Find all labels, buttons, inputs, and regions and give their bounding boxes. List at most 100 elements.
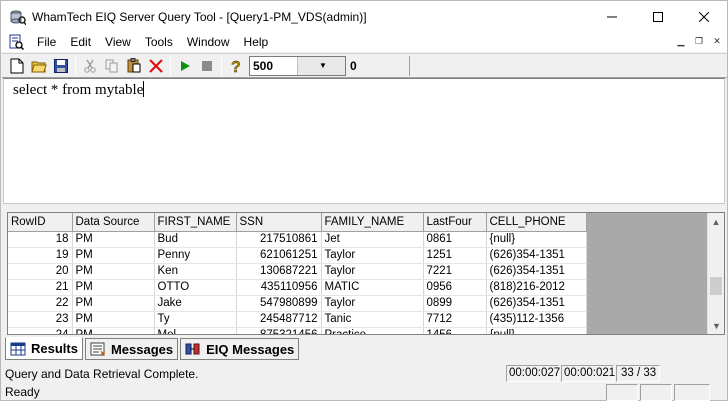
cell-family-name[interactable]: Taylor: [321, 247, 424, 264]
cell-data-source[interactable]: PM: [72, 327, 155, 334]
table-row[interactable]: 24 PM Mel 875321456 Practice 1456 {null}: [8, 327, 587, 334]
cell-data-source[interactable]: PM: [72, 311, 155, 328]
column-header[interactable]: FIRST_NAME: [154, 213, 237, 232]
column-header[interactable]: Data Source: [72, 213, 155, 232]
maximize-button[interactable]: [635, 1, 681, 32]
mdi-close-button[interactable]: ✕: [709, 34, 725, 48]
cell-data-source[interactable]: PM: [72, 263, 155, 280]
cell-cell-phone[interactable]: {null}: [486, 327, 587, 334]
cell-ssn[interactable]: 621061251: [236, 247, 322, 264]
cell-last-four[interactable]: 0861: [423, 231, 487, 248]
cell-last-four[interactable]: 7221: [423, 263, 487, 280]
cell-ssn[interactable]: 435110956: [236, 279, 322, 296]
row-limit-combobox[interactable]: 500 ▼: [249, 55, 346, 76]
cell-first-name[interactable]: Ken: [154, 263, 237, 280]
cell-rowid[interactable]: 21: [8, 279, 73, 296]
cell-first-name[interactable]: Jake: [154, 295, 237, 312]
tab-eiq-messages[interactable]: EIQ Messages: [180, 338, 300, 360]
column-header[interactable]: FAMILY_NAME: [321, 213, 424, 232]
close-button[interactable]: [681, 1, 727, 32]
open-button[interactable]: [28, 55, 50, 77]
mdi-restore-button[interactable]: ❐: [691, 34, 707, 48]
cell-data-source[interactable]: PM: [72, 231, 155, 248]
column-header[interactable]: LastFour: [423, 213, 487, 232]
scroll-thumb[interactable]: [710, 277, 722, 295]
table-row[interactable]: 21 PM OTTO 435110956 MATIC 0956 (818)216…: [8, 279, 587, 296]
cut-button[interactable]: [79, 55, 101, 77]
menu-tools[interactable]: Tools: [138, 32, 180, 52]
query-text[interactable]: select * from mytable: [13, 82, 143, 98]
cell-ssn[interactable]: 130687221: [236, 263, 322, 280]
cell-data-source[interactable]: PM: [72, 247, 155, 264]
new-query-button[interactable]: [6, 55, 28, 77]
minimize-button[interactable]: [589, 1, 635, 32]
cell-last-four[interactable]: 7712: [423, 311, 487, 328]
cell-last-four[interactable]: 1456: [423, 327, 487, 334]
scroll-down-icon[interactable]: ▼: [708, 317, 724, 334]
cell-ssn[interactable]: 547980899: [236, 295, 322, 312]
menu-window[interactable]: Window: [180, 32, 237, 52]
table-row[interactable]: 20 PM Ken 130687221 Taylor 7221 (626)354…: [8, 263, 587, 280]
cell-last-four[interactable]: 0899: [423, 295, 487, 312]
table-row[interactable]: 19 PM Penny 621061251 Taylor 1251 (626)3…: [8, 247, 587, 264]
cell-rowid[interactable]: 18: [8, 231, 73, 248]
vertical-scrollbar[interactable]: ▲ ▼: [707, 213, 724, 334]
stop-button[interactable]: [196, 55, 218, 77]
menu-view[interactable]: View: [98, 32, 138, 52]
table-row[interactable]: 18 PM Bud 217510861 Jet 0861 {null}: [8, 231, 587, 248]
cell-rowid[interactable]: 23: [8, 311, 73, 328]
cell-first-name[interactable]: Bud: [154, 231, 237, 248]
cell-family-name[interactable]: Taylor: [321, 295, 424, 312]
column-header[interactable]: RowID: [8, 213, 73, 232]
cell-ssn[interactable]: 875321456: [236, 327, 322, 334]
execute-button[interactable]: [174, 55, 196, 77]
app-icon[interactable]: [10, 9, 27, 25]
table-row[interactable]: 22 PM Jake 547980899 Taylor 0899 (626)35…: [8, 295, 587, 312]
menu-edit[interactable]: Edit: [63, 32, 98, 52]
delete-button[interactable]: [145, 55, 167, 77]
cell-last-four[interactable]: 1251: [423, 247, 487, 264]
menu-file[interactable]: File: [30, 32, 63, 52]
query-editor[interactable]: select * from mytable: [3, 78, 725, 204]
results-grid[interactable]: RowID Data Source FIRST_NAME SSN FAMILY_…: [7, 212, 725, 335]
cell-family-name[interactable]: MATIC: [321, 279, 424, 296]
cell-cell-phone[interactable]: {null}: [486, 231, 587, 248]
cell-rowid[interactable]: 19: [8, 247, 73, 264]
query-document-icon[interactable]: [8, 34, 25, 51]
tab-results[interactable]: Results: [5, 337, 83, 360]
cell-family-name[interactable]: Practice: [321, 327, 424, 334]
menu-help[interactable]: Help: [237, 32, 276, 52]
cell-cell-phone[interactable]: (626)354-1351: [486, 247, 587, 264]
cell-ssn[interactable]: 217510861: [236, 231, 322, 248]
cell-cell-phone[interactable]: (818)216-2012: [486, 279, 587, 296]
help-button[interactable]: ?: [225, 55, 247, 77]
cell-rowid[interactable]: 24: [8, 327, 73, 334]
tab-messages[interactable]: Messages: [84, 338, 179, 360]
cell-first-name[interactable]: Ty: [154, 311, 237, 328]
column-header[interactable]: SSN: [236, 213, 322, 232]
cell-cell-phone[interactable]: (626)354-1351: [486, 263, 587, 280]
cell-last-four[interactable]: 0956: [423, 279, 487, 296]
column-header[interactable]: CELL_PHONE: [486, 213, 587, 232]
cell-first-name[interactable]: Penny: [154, 247, 237, 264]
cell-ssn[interactable]: 245487712: [236, 311, 322, 328]
cell-family-name[interactable]: Jet: [321, 231, 424, 248]
cell-family-name[interactable]: Tanic: [321, 311, 424, 328]
cell-cell-phone[interactable]: (626)354-1351: [486, 295, 587, 312]
mdi-minimize-button[interactable]: ▁: [673, 34, 689, 48]
title-bar[interactable]: WhamTech EIQ Server Query Tool - [Query1…: [1, 1, 727, 32]
scroll-up-icon[interactable]: ▲: [708, 213, 724, 230]
paste-button[interactable]: [123, 55, 145, 77]
table-row[interactable]: 23 PM Ty 245487712 Tanic 7712 (435)112-1…: [8, 311, 587, 328]
cell-rowid[interactable]: 22: [8, 295, 73, 312]
pane-splitter[interactable]: [1, 205, 727, 212]
save-button[interactable]: [50, 55, 72, 77]
cell-first-name[interactable]: OTTO: [154, 279, 237, 296]
cell-rowid[interactable]: 20: [8, 263, 73, 280]
cell-data-source[interactable]: PM: [72, 295, 155, 312]
cell-first-name[interactable]: Mel: [154, 327, 237, 334]
chevron-down-icon[interactable]: ▼: [297, 56, 345, 75]
cell-cell-phone[interactable]: (435)112-1356: [486, 311, 587, 328]
copy-button[interactable]: [101, 55, 123, 77]
cell-family-name[interactable]: Taylor: [321, 263, 424, 280]
